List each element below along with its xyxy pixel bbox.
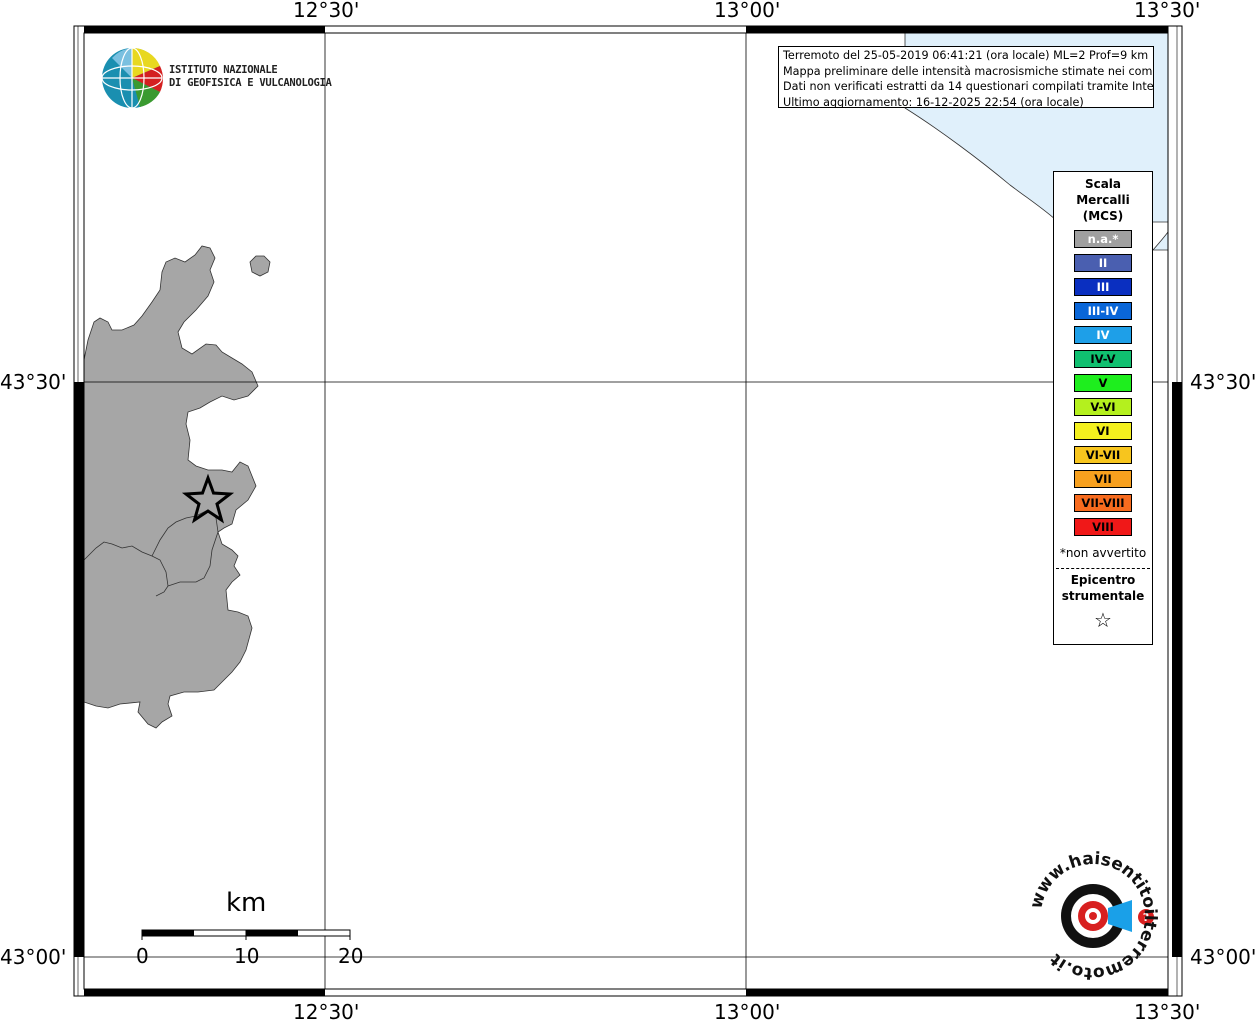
lon-label-top-2: 13°00' xyxy=(714,0,781,22)
land-area xyxy=(83,245,259,729)
legend-epicenter-label: Epicentro strumentale xyxy=(1054,572,1152,604)
legend-title-line-3: (MCS) xyxy=(1082,209,1124,223)
lat-label-right-1: 43°30' xyxy=(1190,370,1255,394)
legend-separator xyxy=(1056,568,1150,569)
legend-item-6: V xyxy=(1074,374,1132,392)
island xyxy=(249,255,271,277)
hsit-logo-text-svg: www.haisentitoilterremoto.it xyxy=(1026,849,1160,983)
legend-item-8: VI xyxy=(1074,422,1132,440)
lat-label-right-2: 43°00' xyxy=(1190,945,1255,969)
legend-title: Scala Mercalli (MCS) xyxy=(1054,176,1152,224)
ingv-globe-logo-icon xyxy=(101,47,163,109)
event-info-line-1: Terremoto del 25-05-2019 06:41:21 (ora l… xyxy=(783,49,1149,62)
lon-label-bottom-3: 13°30' xyxy=(1134,1000,1201,1024)
legend-star-icon: ☆ xyxy=(1094,608,1112,632)
scale-bar-label-10: 10 xyxy=(234,944,260,968)
scale-bar-unit: km xyxy=(226,888,267,918)
hsit-logo-textpath: www.haisentitoilterremoto.it xyxy=(1026,849,1160,983)
legend-item-9: VI-VII xyxy=(1074,446,1132,464)
lon-label-top-1: 12°30' xyxy=(293,0,360,22)
legend-title-line-1: Scala xyxy=(1084,177,1122,191)
legend-item-1: II xyxy=(1074,254,1132,272)
legend-item-3: III-IV xyxy=(1074,302,1132,320)
legend-item-0: n.a.* xyxy=(1074,230,1132,248)
lon-label-top-3: 13°30' xyxy=(1134,0,1201,22)
legend-epicenter-line-2: strumentale xyxy=(1061,589,1145,603)
scale-bar-graphic xyxy=(141,929,351,940)
ingv-line-2: DI GEOFISICA E VULCANOLOGIA xyxy=(169,77,332,89)
mcs-legend: Scala Mercalli (MCS) n.a.* II III III-IV IV I… xyxy=(1053,171,1153,645)
legend-note: *non avvertito xyxy=(1059,546,1147,560)
lon-label-bottom-1: 12°30' xyxy=(293,1000,360,1024)
legend-item-4: IV xyxy=(1074,326,1132,344)
scale-bar-label-0: 0 xyxy=(136,944,149,968)
legend-epicenter-line-1: Epicentro xyxy=(1070,573,1136,587)
lon-label-bottom-2: 13°00' xyxy=(714,1000,781,1024)
event-info-line-3: Dati non verificati estratti da 14 quest… xyxy=(783,80,1154,93)
lat-label-left-1: 43°30' xyxy=(0,370,67,394)
scale-bar-label-20: 20 xyxy=(338,944,364,968)
lat-label-left-2: 43°00' xyxy=(0,945,67,969)
legend-item-11: VII-VIII xyxy=(1074,494,1132,512)
event-info-line-2: Mappa preliminare delle intensità macros… xyxy=(783,64,1154,78)
hsit-logo-text: www.haisentitoilterremoto.it xyxy=(1026,849,1160,983)
legend-item-12: VIII xyxy=(1074,518,1132,536)
ingv-logo-text: ISTITUTO NAZIONALE DI GEOFISICA E VULCAN… xyxy=(169,64,332,90)
ingv-line-1: ISTITUTO NAZIONALE xyxy=(169,64,278,76)
sea-area-right xyxy=(1152,230,1169,251)
legend-title-line-2: Mercalli xyxy=(1076,193,1130,207)
legend-item-5: IV-V xyxy=(1074,350,1132,368)
legend-item-2: III xyxy=(1074,278,1132,296)
event-info-line-4: Ultimo aggiornamento: 16-12-2025 22:54 (… xyxy=(783,95,1084,108)
legend-item-7: V-VI xyxy=(1074,398,1132,416)
event-info-box: Terremoto del 25-05-2019 06:41:21 (ora l… xyxy=(778,46,1154,108)
legend-item-10: VII xyxy=(1074,470,1132,488)
